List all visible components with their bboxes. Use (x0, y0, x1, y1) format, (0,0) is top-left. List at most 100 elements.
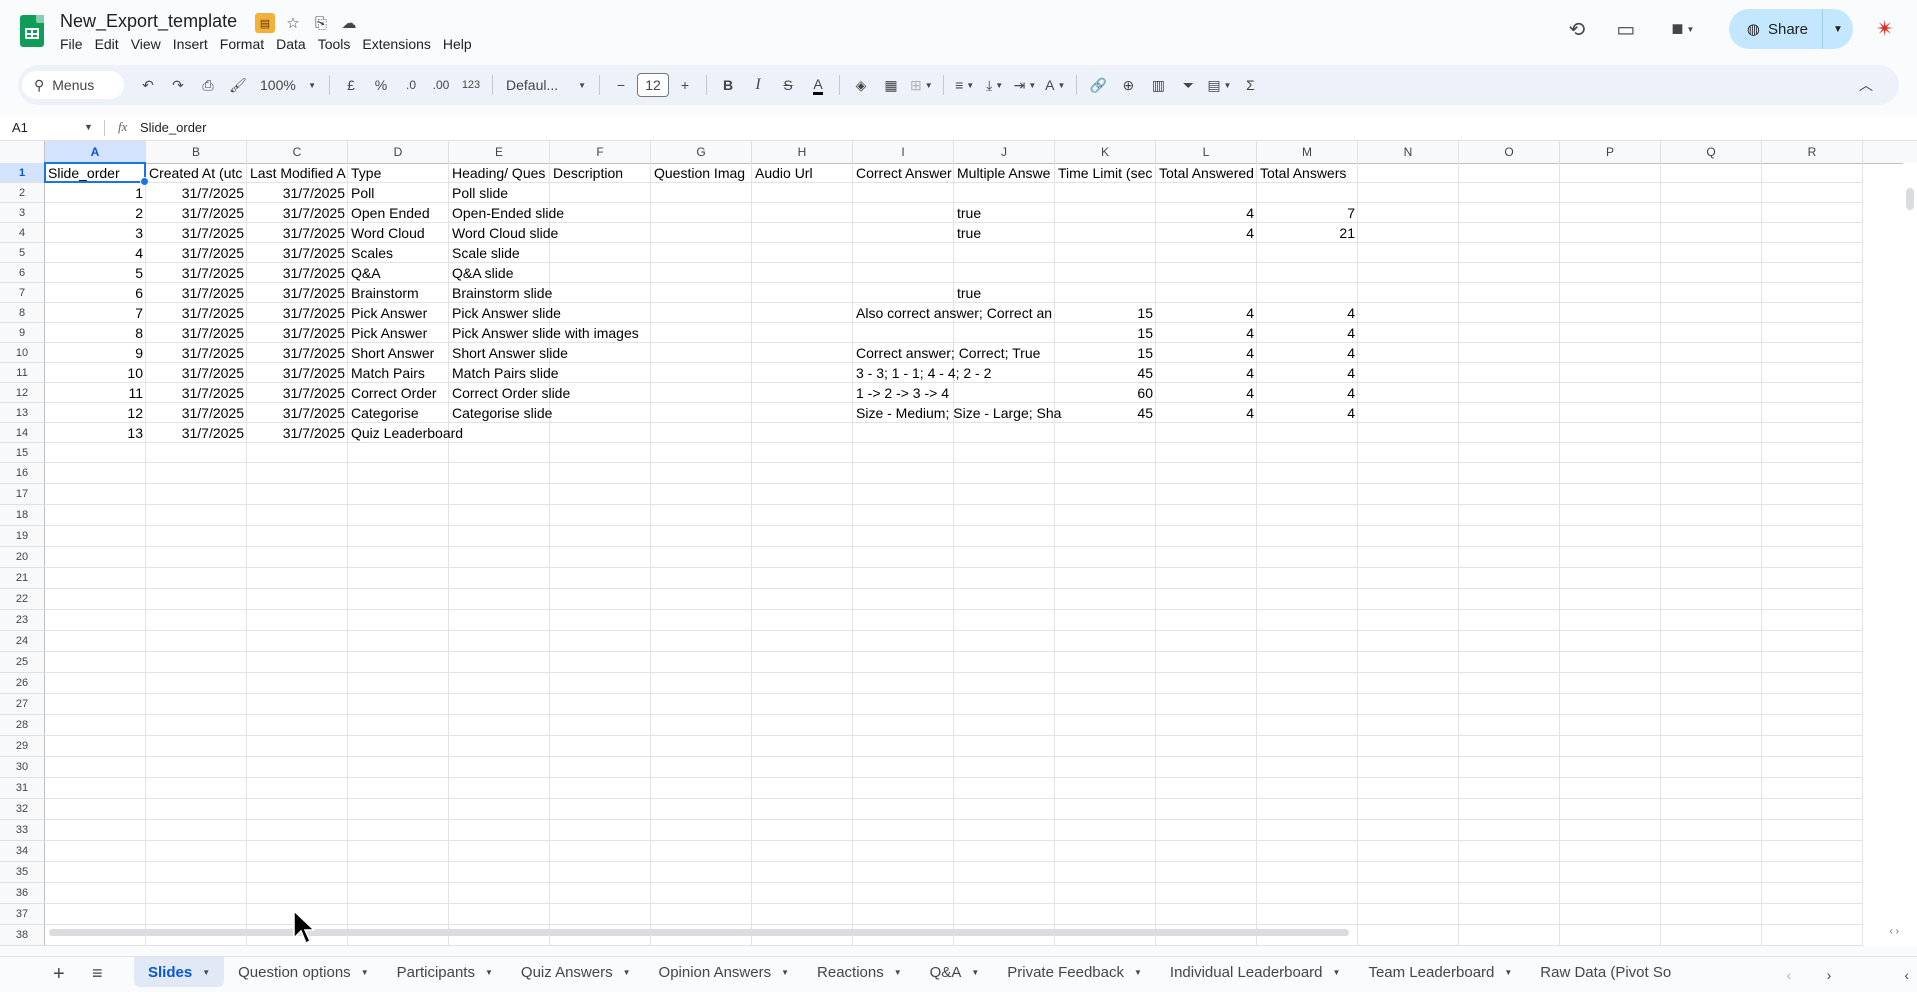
row-header[interactable]: 29 (0, 736, 45, 757)
fill-color-icon[interactable]: ◈ (847, 71, 875, 99)
row-header[interactable]: 10 (0, 343, 45, 363)
sheet-tab[interactable]: Slides ▼ (134, 957, 225, 987)
active-cell[interactable] (44, 162, 149, 186)
menu-edit[interactable]: Edit (95, 36, 129, 52)
cell[interactable]: 31/7/2025 (247, 203, 348, 223)
cell[interactable]: 10 (45, 363, 146, 383)
cell[interactable]: 12 (45, 403, 146, 423)
menu-insert[interactable]: Insert (173, 36, 218, 52)
currency-format-button[interactable]: £ (337, 71, 365, 99)
sheets-logo-icon[interactable] (20, 15, 44, 47)
row-header[interactable]: 34 (0, 841, 45, 862)
strikethrough-button[interactable]: S (774, 71, 802, 99)
row-header[interactable]: 1 (0, 163, 45, 183)
cell[interactable]: 31/7/2025 (247, 423, 348, 443)
decrease-decimal-button[interactable]: .0 (397, 71, 425, 99)
cell[interactable]: Q&A (348, 263, 449, 283)
column-header-h[interactable]: H (752, 141, 853, 163)
share-dropdown-icon[interactable]: ▼ (1823, 24, 1853, 35)
chevron-down-icon[interactable]: ▼ (894, 968, 902, 977)
borders-icon[interactable]: ▦ (877, 71, 905, 99)
cell[interactable]: Pick Answer slide (449, 303, 561, 323)
cell[interactable]: 31/7/2025 (146, 203, 247, 223)
collapse-toolbar-icon[interactable]: ︿ (1852, 71, 1880, 99)
header-cell[interactable]: Audio Url (752, 163, 853, 183)
cell[interactable]: Quiz Leaderboard (348, 423, 463, 443)
font-size-input[interactable]: 12 (637, 73, 669, 97)
menu-data[interactable]: Data (276, 36, 316, 52)
apps-script-icon[interactable]: ▤ (255, 13, 275, 33)
header-cell[interactable]: Created At (utc (146, 163, 247, 183)
star-icon[interactable]: ☆ (283, 13, 303, 33)
column-header-o[interactable]: O (1459, 141, 1560, 163)
row-header[interactable]: 12 (0, 383, 45, 403)
row-header[interactable]: 33 (0, 820, 45, 841)
sheet-tab[interactable]: Quiz Answers ▼ (507, 957, 645, 987)
cell[interactable]: Pick Answer (348, 323, 449, 343)
sheet-tab[interactable]: Team Leaderboard ▼ (1354, 957, 1526, 987)
cell[interactable]: 31/7/2025 (247, 363, 348, 383)
cell[interactable]: Open Ended (348, 203, 449, 223)
cell[interactable]: Categorise slide (449, 403, 552, 423)
gemini-icon[interactable]: ✴ (1871, 15, 1899, 43)
cell[interactable]: 31/7/2025 (146, 243, 247, 263)
sheet-grid[interactable]: ABCDEFGHIJKLMNOPQR 1 2 3 4 5 6 7 8 9 10 11 12 13 14 15… (0, 141, 1917, 946)
cell[interactable]: Categorise (348, 403, 449, 423)
header-cell[interactable]: Type (348, 163, 449, 183)
cell[interactable]: Match Pairs slide (449, 363, 559, 383)
header-cell[interactable]: Multiple Answe (954, 163, 1055, 183)
row-header[interactable]: 32 (0, 799, 45, 820)
text-rotation-icon[interactable]: A ▼ (1041, 71, 1069, 99)
cell[interactable]: 31/7/2025 (146, 303, 247, 323)
cell[interactable]: 15 (1055, 323, 1156, 343)
cell[interactable]: Correct answer; Correct; True (853, 343, 1040, 363)
cell[interactable]: 31/7/2025 (146, 183, 247, 203)
row-header[interactable]: 35 (0, 862, 45, 883)
horizontal-scrollbar[interactable]: ‹ › (45, 926, 1903, 938)
chevron-down-icon[interactable]: ▼ (1504, 968, 1512, 977)
undo-icon[interactable]: ↶ (134, 71, 162, 99)
chevron-down-icon[interactable]: ▼ (1333, 968, 1341, 977)
cell[interactable]: 15 (1055, 303, 1156, 323)
formula-input[interactable]: Slide_order (140, 120, 207, 135)
cell[interactable]: 31/7/2025 (146, 283, 247, 303)
row-header[interactable]: 15 (0, 443, 45, 463)
cell[interactable]: 15 (1055, 343, 1156, 363)
cell[interactable]: 7 (1257, 203, 1358, 223)
menu-format[interactable]: Format (220, 36, 274, 52)
horizontal-scroll-thumb[interactable] (49, 929, 1349, 936)
merge-cells-icon[interactable]: ⊞ ▼ (907, 71, 936, 99)
chevron-down-icon[interactable]: ▼ (485, 968, 493, 977)
side-panel-toggle-icon[interactable]: ‹ (1849, 967, 1917, 983)
header-cell[interactable]: Total Answered (1156, 163, 1257, 183)
cell[interactable]: 45 (1055, 403, 1156, 423)
search-menus[interactable]: ⚲ Menus (22, 71, 124, 99)
row-header[interactable]: 5 (0, 243, 45, 263)
header-cell[interactable]: Question Imag (651, 163, 752, 183)
font-size-increase-button[interactable]: + (671, 71, 699, 99)
cell[interactable]: Correct Order slide (449, 383, 570, 403)
cell[interactable]: 6 (45, 283, 146, 303)
cell[interactable]: 31/7/2025 (247, 283, 348, 303)
all-sheets-icon[interactable]: ≡ (92, 963, 103, 984)
header-cell[interactable]: Description (550, 163, 651, 183)
row-header[interactable]: 11 (0, 363, 45, 383)
cell[interactable]: Size - Medium; Size - Large; Sha (853, 403, 1061, 423)
cell[interactable]: 13 (45, 423, 146, 443)
cell[interactable]: 31/7/2025 (247, 183, 348, 203)
cell[interactable]: 3 (45, 223, 146, 243)
scroll-tabs-left-icon[interactable]: ‹ (1769, 967, 1809, 983)
column-header-i[interactable]: I (853, 141, 954, 163)
header-cell[interactable]: Time Limit (sec (1055, 163, 1156, 183)
scroll-arrows[interactable]: ‹ › (1890, 926, 1899, 937)
column-header-e[interactable]: E (449, 141, 550, 163)
cell[interactable]: 60 (1055, 383, 1156, 403)
paint-format-icon[interactable]: 🖌 (224, 71, 252, 99)
row-header[interactable]: 8 (0, 303, 45, 323)
insert-link-icon[interactable]: 🔗 (1084, 71, 1112, 99)
cell[interactable]: 4 (1257, 343, 1358, 363)
cell[interactable]: Pick Answer slide with images (449, 323, 639, 343)
cell[interactable]: Short Answer slide (449, 343, 568, 363)
cell[interactable]: 4 (1156, 383, 1257, 403)
number-format-button[interactable]: 123 (457, 71, 485, 99)
